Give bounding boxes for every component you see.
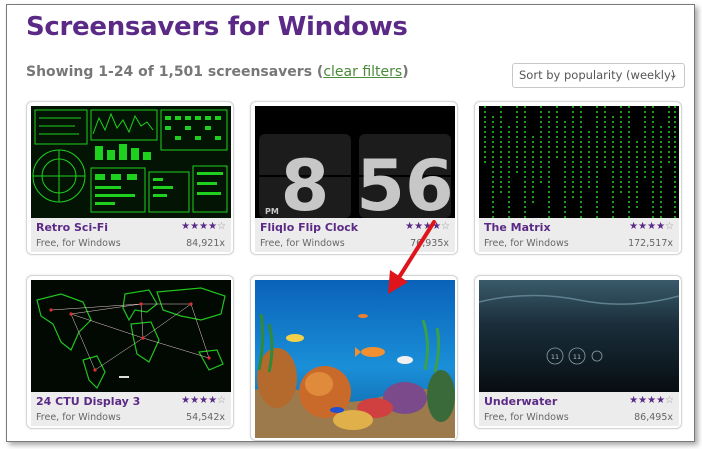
clear-filters-link[interactable]: clear filters [323,64,402,80]
results-count: Showing 1-24 of 1,501 screensavers ( [26,64,324,80]
star-empty-icon: ☆ [217,221,226,232]
card-title[interactable]: Underwater [484,395,557,408]
card-info: Retro Sci-Fi ★★★★☆ Free, for Windows 84,… [31,218,231,252]
sort-select-value: Sort by popularity (weekly) [519,68,676,82]
star-rating: ★★★★☆ [629,395,674,406]
star-icon: ★★★★ [405,221,442,232]
thumbnail-24-ctu-display-3[interactable] [31,280,231,392]
screensaver-card-the-matrix[interactable]: The Matrix ★★★★☆ Free, for Windows 172,5… [474,101,682,255]
thumbnail-the-matrix[interactable] [479,106,679,218]
thumbnail-fliqlo-flip-clock[interactable]: 8 56 PM [255,106,455,218]
card-meta: Free, for Windows [36,412,121,423]
clock-hour: 8 [281,145,330,218]
thumbnail-underwater[interactable]: 11 11 [479,280,679,392]
results-summary: Showing 1-24 of 1,501 screensavers (clea… [26,64,409,80]
results-paren: ) [402,64,409,80]
thumbnail-retro-sci-fi[interactable] [31,106,231,218]
browser-page: Screensavers for Windows Showing 1-24 of… [6,4,695,442]
download-count: 172,517x [628,238,673,249]
screensaver-card-underwater[interactable]: 11 11 Underwater ★★★★☆ Free, for Windows… [474,275,682,429]
star-rating: ★★★★☆ [629,221,674,232]
download-count: 84,921x [186,238,225,249]
card-title[interactable]: The Matrix [484,221,551,234]
star-empty-icon: ☆ [665,221,674,232]
card-title[interactable]: Retro Sci-Fi [36,221,108,234]
star-rating: ★★★★☆ [181,395,226,406]
card-title[interactable]: Fliqlo Flip Clock [260,221,358,234]
card-meta: Free, for Windows [36,238,121,249]
clock-b: 11 [573,353,581,361]
card-meta: Free, for Windows [484,412,569,423]
star-icon: ★★★★ [181,221,218,232]
download-count: 76,935x [410,238,449,249]
clock-minutes: 56 [356,145,453,218]
card-info: Fliqlo Flip Clock ★★★★☆ Free, for Window… [255,218,455,252]
card-info: Underwater ★★★★☆ Free, for Windows 86,49… [479,392,679,426]
screensaver-card-aquarium[interactable] [250,275,458,441]
download-count: 86,495x [634,412,673,423]
star-icon: ★★★★ [629,221,666,232]
screensaver-card-fliqlo-flip-clock[interactable]: 8 56 PM Fliqlo Flip Clock ★★★★☆ Free, fo… [250,101,458,255]
card-info: 24 CTU Display 3 ★★★★☆ Free, for Windows… [31,392,231,426]
star-rating: ★★★★☆ [405,221,450,232]
star-empty-icon: ☆ [665,395,674,406]
page-title: Screensavers for Windows [26,12,408,42]
thumbnail-aquarium[interactable] [255,280,455,438]
screensaver-card-retro-sci-fi[interactable]: Retro Sci-Fi ★★★★☆ Free, for Windows 84,… [26,101,234,255]
star-empty-icon: ☆ [441,221,450,232]
card-title[interactable]: 24 CTU Display 3 [36,395,140,408]
sort-select[interactable]: Sort by popularity (weekly) ⌄ [512,63,685,88]
card-info: The Matrix ★★★★☆ Free, for Windows 172,5… [479,218,679,252]
card-meta: Free, for Windows [260,238,345,249]
star-rating: ★★★★☆ [181,221,226,232]
screensaver-card-24-ctu-display-3[interactable]: 24 CTU Display 3 ★★★★☆ Free, for Windows… [26,275,234,429]
card-meta: Free, for Windows [484,238,569,249]
star-icon: ★★★★ [629,395,666,406]
star-empty-icon: ☆ [217,395,226,406]
clock-a: 11 [551,353,559,361]
star-icon: ★★★★ [181,395,218,406]
chevron-down-icon: ⌄ [668,68,678,81]
clock-ampm: PM [265,207,279,216]
download-count: 54,542x [186,412,225,423]
